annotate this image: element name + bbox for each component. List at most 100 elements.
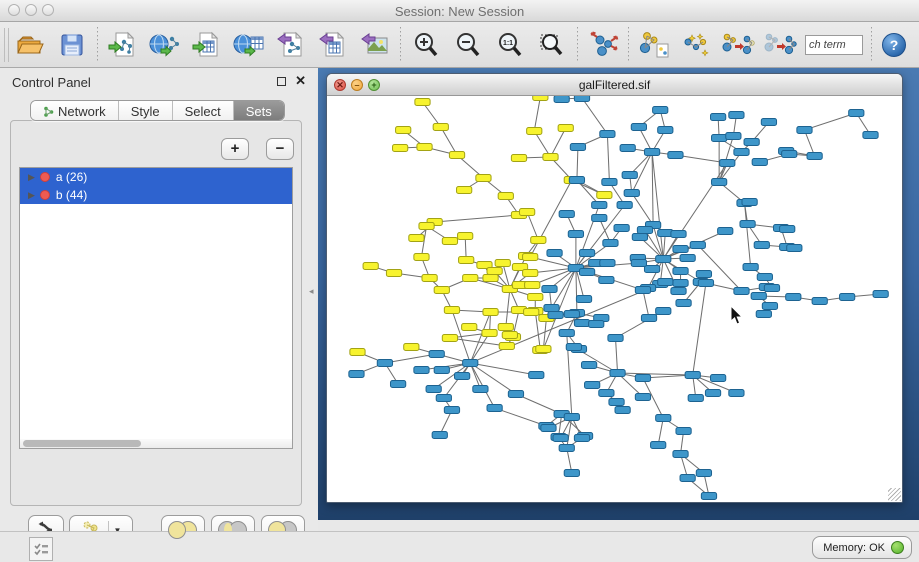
- graph-node-selected[interactable]: [444, 307, 459, 314]
- graph-node-blue[interactable]: [564, 470, 579, 477]
- graph-node-blue[interactable]: [786, 294, 801, 301]
- graph-node-blue[interactable]: [734, 149, 749, 156]
- graph-node-blue[interactable]: [608, 335, 623, 342]
- graph-node-blue[interactable]: [559, 445, 574, 452]
- graph-node-blue[interactable]: [564, 414, 579, 421]
- graph-node-selected[interactable]: [350, 349, 365, 356]
- graph-node-selected[interactable]: [525, 282, 540, 289]
- graph-node-blue[interactable]: [718, 228, 733, 235]
- scrollbar-thumb[interactable]: [23, 440, 141, 447]
- graph-node-blue[interactable]: [592, 202, 607, 209]
- graph-node-selected[interactable]: [523, 254, 538, 261]
- float-panel-icon[interactable]: [277, 77, 286, 86]
- graph-node-blue[interactable]: [653, 107, 668, 114]
- graph-node-selected[interactable]: [558, 125, 573, 132]
- graph-node-blue[interactable]: [426, 386, 441, 393]
- new-network-from-selection-all-edges-button[interactable]: [759, 24, 801, 66]
- graph-node-blue[interactable]: [873, 291, 888, 298]
- graph-node-blue[interactable]: [690, 242, 705, 249]
- graph-node-selected[interactable]: [495, 260, 510, 267]
- zoom-actual-size-button[interactable]: 1:1: [489, 24, 531, 66]
- export-image-button[interactable]: [354, 24, 396, 66]
- graph-node-selected[interactable]: [527, 128, 542, 135]
- graph-node-blue[interactable]: [609, 399, 624, 406]
- graph-node-blue[interactable]: [579, 250, 594, 257]
- graph-node-selected[interactable]: [533, 96, 548, 101]
- graph-node-selected[interactable]: [459, 257, 474, 264]
- graph-node-selected[interactable]: [476, 175, 491, 182]
- graph-node-blue[interactable]: [600, 260, 615, 267]
- help-button[interactable]: ?: [882, 33, 906, 57]
- graph-node-blue[interactable]: [743, 264, 758, 271]
- graph-node-blue[interactable]: [463, 360, 478, 367]
- graph-node-blue[interactable]: [863, 132, 878, 139]
- graph-node-blue[interactable]: [581, 362, 596, 369]
- graph-node-blue[interactable]: [680, 475, 695, 482]
- graph-node-blue[interactable]: [812, 298, 827, 305]
- graph-node-blue[interactable]: [602, 179, 617, 186]
- tab-style[interactable]: Style: [119, 101, 173, 120]
- graph-node-selected[interactable]: [463, 275, 478, 282]
- graph-node-blue[interactable]: [414, 367, 429, 374]
- graph-node-blue[interactable]: [574, 96, 589, 102]
- graph-node-blue[interactable]: [637, 227, 652, 234]
- search-input[interactable]: [805, 35, 863, 55]
- graph-node-blue[interactable]: [559, 211, 574, 218]
- graph-node-blue[interactable]: [673, 268, 688, 275]
- graph-node-selected[interactable]: [422, 275, 437, 282]
- import-network-url-button[interactable]: [144, 24, 186, 66]
- graph-node-selected[interactable]: [483, 309, 498, 316]
- graph-node-blue[interactable]: [656, 256, 671, 263]
- graph-node-blue[interactable]: [787, 245, 802, 252]
- graph-node-blue[interactable]: [599, 277, 614, 284]
- graph-node-blue[interactable]: [566, 344, 581, 351]
- graph-node-blue[interactable]: [764, 285, 779, 292]
- graph-node-blue[interactable]: [729, 390, 744, 397]
- graph-node-blue[interactable]: [757, 274, 772, 281]
- graph-node-selected[interactable]: [433, 124, 448, 131]
- memory-status-button[interactable]: Memory: OK: [812, 536, 912, 559]
- graph-node-blue[interactable]: [564, 311, 579, 318]
- graph-node-blue[interactable]: [541, 425, 556, 432]
- network-graph[interactable]: [327, 96, 902, 502]
- graph-node-blue[interactable]: [624, 190, 639, 197]
- graph-node-blue[interactable]: [542, 286, 557, 293]
- graph-node-blue[interactable]: [720, 160, 735, 167]
- remove-set-button[interactable]: −: [266, 138, 294, 160]
- graph-node-blue[interactable]: [377, 360, 392, 367]
- graph-node-blue[interactable]: [658, 279, 673, 286]
- graph-node-blue[interactable]: [544, 305, 559, 312]
- graph-node-blue[interactable]: [614, 225, 629, 232]
- graph-node-selected[interactable]: [543, 154, 558, 161]
- graph-node-blue[interactable]: [726, 133, 741, 140]
- graph-node-blue[interactable]: [632, 234, 647, 241]
- graph-node-blue[interactable]: [579, 269, 594, 276]
- graph-node-blue[interactable]: [840, 294, 855, 301]
- graph-node-selected[interactable]: [449, 152, 464, 159]
- sets-horizontal-scrollbar[interactable]: [19, 439, 293, 449]
- graph-node-selected[interactable]: [457, 187, 472, 194]
- add-set-button[interactable]: +: [221, 138, 249, 160]
- graph-node-blue[interactable]: [631, 124, 646, 131]
- zoom-selected-region-button[interactable]: [531, 24, 573, 66]
- zoom-in-button[interactable]: [405, 24, 447, 66]
- graph-node-blue[interactable]: [599, 390, 614, 397]
- graph-node-blue[interactable]: [673, 280, 688, 287]
- window-titlebar[interactable]: Session: New Session: [0, 0, 919, 22]
- graph-node-blue[interactable]: [610, 370, 625, 377]
- graph-node-blue[interactable]: [751, 293, 766, 300]
- set-row[interactable]: ▶b (44): [20, 186, 292, 204]
- graph-node-blue[interactable]: [711, 114, 726, 121]
- graph-node-blue[interactable]: [807, 153, 822, 160]
- graph-node-blue[interactable]: [553, 435, 568, 442]
- expand-arrow-icon[interactable]: ▶: [28, 190, 35, 201]
- graph-node-selected[interactable]: [524, 309, 539, 316]
- graph-node-blue[interactable]: [701, 493, 716, 500]
- graph-node-blue[interactable]: [752, 159, 767, 166]
- graph-node-blue[interactable]: [671, 231, 686, 238]
- graph-node-blue[interactable]: [688, 395, 703, 402]
- graph-node-blue[interactable]: [782, 151, 797, 158]
- graph-node-blue[interactable]: [696, 470, 711, 477]
- graph-node-selected[interactable]: [499, 343, 514, 350]
- graph-node-selected[interactable]: [442, 335, 457, 342]
